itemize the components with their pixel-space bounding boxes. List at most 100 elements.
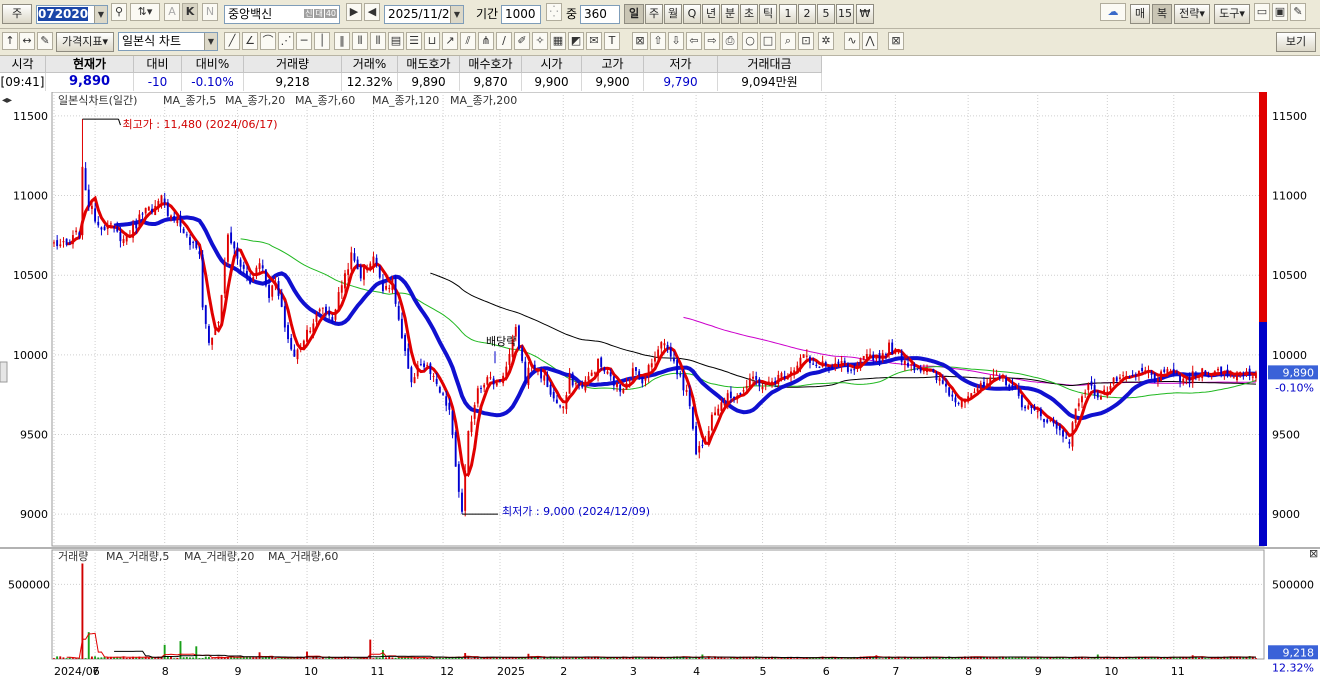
date-input[interactable]: 2025/11/26 ▼ [384, 5, 464, 24]
interval-year[interactable]: 년 [702, 4, 720, 24]
interval-second[interactable]: 초 [740, 4, 758, 24]
volume-bar [704, 658, 707, 659]
interval-day[interactable]: 일 [624, 4, 644, 24]
duplicate-button[interactable]: 복 [1152, 4, 1172, 24]
market-select[interactable]: 주 [2, 4, 32, 24]
back-icon[interactable]: ◀ [364, 3, 380, 21]
candle-body [299, 347, 302, 349]
interval-5[interactable]: 5 [817, 4, 835, 24]
rectangle-icon[interactable]: □ [760, 32, 776, 50]
k-icon[interactable]: K [182, 3, 198, 21]
gann-icon[interactable]: ∕ [496, 32, 512, 50]
chart-type-select[interactable]: 일본식 차트 ▼ [118, 32, 218, 51]
wave-icon[interactable]: ∿ [844, 32, 860, 50]
candle-body [381, 279, 384, 292]
cross-line-icon[interactable]: ‖ [334, 32, 350, 50]
trend-icon[interactable]: ↗ [442, 32, 458, 50]
edit-icon[interactable]: ✎ [37, 32, 53, 50]
sort-icon[interactable]: ⇅▾ [130, 3, 160, 21]
fill-icon[interactable]: ◩ [568, 32, 584, 50]
interval-quarter[interactable]: Q [683, 4, 701, 24]
magnet-icon[interactable]: ⊡ [798, 32, 814, 50]
candle-body [1239, 372, 1242, 374]
company-name-field[interactable]: 중앙백신 신 대 40 [224, 5, 340, 24]
zoom-icon[interactable]: ⌕ [780, 32, 796, 50]
interval-month[interactable]: 월 [664, 4, 682, 24]
arrow-right-icon[interactable]: ⇨ [704, 32, 720, 50]
period-lines-icon[interactable]: ⫴ [352, 32, 368, 50]
close-pane-icon[interactable]: ⊠ [1309, 547, 1318, 560]
candle-body [881, 353, 884, 361]
andrews-icon[interactable]: ⋔ [478, 32, 494, 50]
fan-tool-icon[interactable]: ⋰ [278, 32, 294, 50]
fibonacci-lines-icon[interactable]: ⦀ [370, 32, 386, 50]
volume-bar [1027, 658, 1030, 659]
settings-icon[interactable]: ✲ [818, 32, 834, 50]
tools-button[interactable]: 도구▾ [1214, 4, 1250, 24]
interval-week[interactable]: 주 [645, 4, 663, 24]
candle-body [935, 373, 938, 381]
search-icon[interactable]: ⚲ [111, 3, 127, 21]
count-input[interactable]: 360 [580, 5, 620, 24]
up-arrow-icon[interactable]: ↑ [2, 32, 18, 50]
text-icon[interactable]: T [604, 32, 620, 50]
candle-body [413, 377, 416, 384]
candle-body [1144, 370, 1147, 372]
table-icon[interactable]: ▤ [388, 32, 404, 50]
scroll-arrows-icon[interactable]: ◂▸ [2, 95, 12, 106]
arrow-up-icon[interactable]: ⇧ [650, 32, 666, 50]
n-icon[interactable]: N [202, 3, 218, 21]
stock-code-input[interactable]: 072020 ▼ [36, 5, 108, 24]
arrow-left-icon[interactable]: ⇦ [686, 32, 702, 50]
note-icon[interactable]: ✉ [586, 32, 602, 50]
vertical-line-icon[interactable]: │ [314, 32, 330, 50]
arc-tool-icon[interactable]: ⌒ [260, 32, 276, 50]
stamp-icon[interactable]: ⎙ [722, 32, 738, 50]
zigzag-icon[interactable]: ⋀ [862, 32, 878, 50]
a-icon[interactable]: A [164, 3, 180, 21]
chevron-down-icon[interactable]: ▼ [204, 33, 217, 50]
price-indicator-button[interactable]: 가격지표▾ [56, 32, 114, 52]
grid-color-icon[interactable]: ▦ [550, 32, 566, 50]
volume-bar [87, 632, 90, 659]
chevron-down-icon[interactable]: ▼ [94, 6, 107, 23]
parallel-icon[interactable]: ⫽ [460, 32, 476, 50]
channel-icon[interactable]: ⊔ [424, 32, 440, 50]
fibo-retrace-icon[interactable]: ☰ [406, 32, 422, 50]
grid-icon[interactable]: ⁛ [546, 3, 562, 21]
side-panel-toggle[interactable] [0, 361, 8, 383]
strategy-button[interactable]: 전략▾ [1174, 4, 1210, 24]
candle-body [173, 215, 176, 221]
interval-2[interactable]: 2 [798, 4, 816, 24]
angle-tool-icon[interactable]: ∠ [242, 32, 258, 50]
trade-button[interactable]: 매 [1130, 4, 1150, 24]
wrench-icon[interactable]: ✎ [1290, 3, 1306, 21]
magic-icon[interactable]: ✧ [532, 32, 548, 50]
view-button[interactable]: 보기 [1276, 32, 1316, 52]
candle-settings-icon[interactable]: ₩ [856, 4, 874, 24]
candle-body [1131, 375, 1134, 377]
candle-body [945, 383, 947, 387]
expand-icon[interactable]: ↔ [19, 32, 35, 50]
chevron-down-icon[interactable]: ▼ [450, 6, 463, 23]
cloud-icon[interactable]: ☁ [1100, 3, 1126, 21]
horizontal-line-icon[interactable]: ─ [296, 32, 312, 50]
line-tool-icon[interactable]: ╱ [224, 32, 240, 50]
arrow-down-icon[interactable]: ⇩ [668, 32, 684, 50]
interval-tick[interactable]: 틱 [759, 4, 777, 24]
box-icon[interactable]: ⊠ [632, 32, 648, 50]
period-input[interactable]: 1000 [501, 5, 541, 24]
volume-bar [777, 658, 780, 659]
interval-15[interactable]: 15 [836, 4, 854, 24]
interval-minute[interactable]: 분 [721, 4, 739, 24]
candle-body [78, 232, 81, 235]
play-icon[interactable]: ▶ [346, 3, 362, 21]
stock-chart[interactable]: 9000 9000 9500 9500 10000 10000 10500 10500 1100… [0, 92, 1320, 678]
interval-1[interactable]: 1 [779, 4, 797, 24]
save-icon[interactable]: ▣ [1272, 3, 1288, 21]
pencil-icon[interactable]: ✐ [514, 32, 530, 50]
circle-icon[interactable]: ○ [742, 32, 758, 50]
delete-icon[interactable]: ⊠ [888, 32, 904, 50]
folder-icon[interactable]: ▭ [1254, 3, 1270, 21]
candle-body [1024, 406, 1026, 409]
